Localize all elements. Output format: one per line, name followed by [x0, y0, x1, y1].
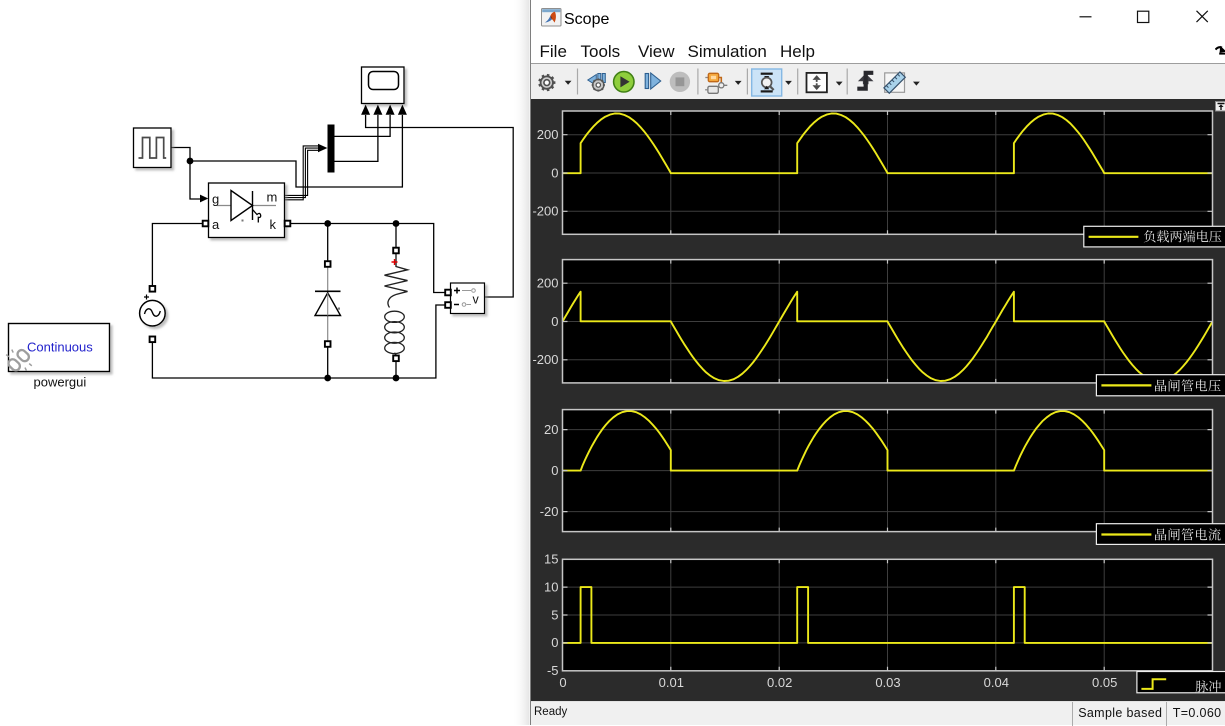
svg-text:0.01: 0.01	[658, 675, 683, 690]
svg-text:-5: -5	[546, 663, 558, 678]
svg-text:k: k	[270, 217, 277, 232]
svg-text:0: 0	[551, 165, 558, 180]
svg-text:0.03: 0.03	[875, 675, 900, 690]
svg-text:200: 200	[536, 127, 558, 142]
svg-text:20: 20	[544, 421, 558, 436]
svg-text:-200: -200	[532, 352, 558, 367]
svg-text:g: g	[212, 192, 219, 207]
svg-text:-200: -200	[532, 203, 558, 218]
svg-text:200: 200	[536, 275, 558, 290]
svg-text:0.02: 0.02	[767, 675, 792, 690]
svg-text:Continuous: Continuous	[27, 340, 93, 355]
svg-text:5: 5	[551, 607, 558, 622]
svg-text:a: a	[212, 217, 220, 232]
svg-text:15: 15	[544, 551, 558, 566]
svg-text:0: 0	[551, 635, 558, 650]
svg-text:v: v	[473, 293, 480, 307]
svg-text:0: 0	[551, 462, 558, 477]
svg-text:0: 0	[559, 675, 566, 690]
svg-text:-20: -20	[539, 503, 558, 518]
svg-text:0.04: 0.04	[983, 675, 1008, 690]
svg-text:0: 0	[551, 313, 558, 328]
svg-text:10: 10	[544, 579, 558, 594]
svg-text:0.05: 0.05	[1092, 675, 1117, 690]
svg-text:m: m	[267, 190, 278, 205]
svg-text:powergui: powergui	[34, 375, 87, 390]
